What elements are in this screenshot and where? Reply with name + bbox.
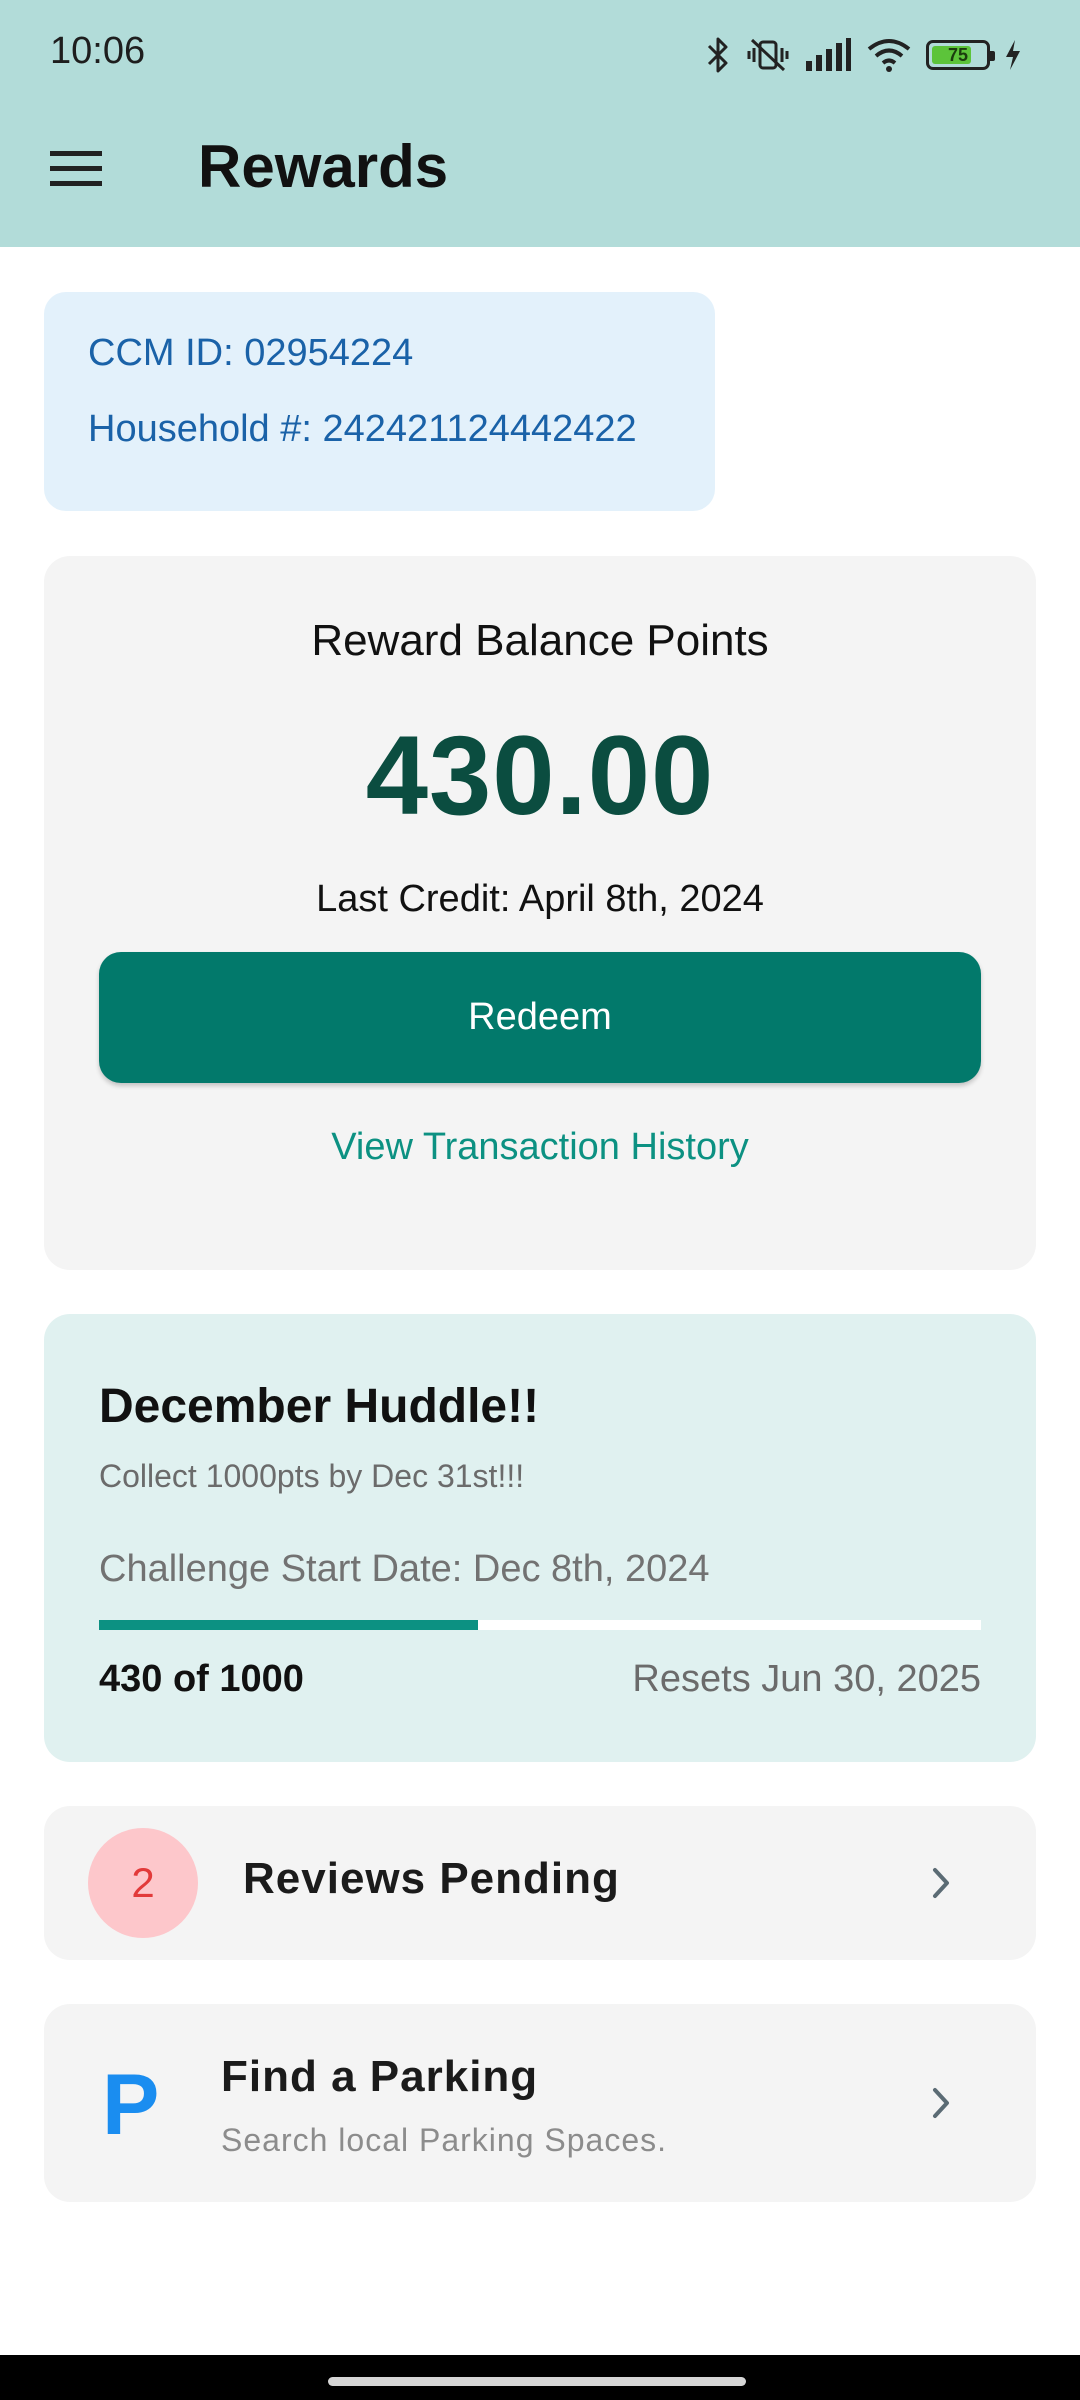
reviews-pending-card[interactable]: 2 Reviews Pending bbox=[44, 1806, 1036, 1960]
chevron-right-icon bbox=[926, 1863, 956, 1903]
view-transaction-history-link[interactable]: View Transaction History bbox=[44, 1126, 1036, 1169]
chevron-right-icon bbox=[926, 2083, 956, 2123]
reviews-count-badge: 2 bbox=[88, 1828, 198, 1938]
app-header: 10:06 75 Rewards bbox=[0, 0, 1080, 247]
page-title: Rewards bbox=[198, 133, 449, 200]
bluetooth-icon bbox=[706, 36, 732, 74]
balance-value: 430.00 bbox=[365, 713, 715, 838]
battery-level: 75 bbox=[947, 44, 969, 65]
find-parking-card[interactable]: P Find a Parking Search local Parking Sp… bbox=[44, 2004, 1036, 2202]
challenge-card[interactable]: December Huddle!! Collect 1000pts by Dec… bbox=[44, 1314, 1036, 1762]
home-gesture-handle[interactable] bbox=[328, 2377, 746, 2386]
ccm-id: CCM ID: 02954224 bbox=[88, 332, 414, 374]
battery-icon: 75 bbox=[926, 40, 995, 70]
household-number: Household #: 242421124442422 bbox=[88, 408, 637, 450]
hamburger-menu-icon bbox=[50, 148, 102, 193]
balance-card: Reward Balance Points 430.00 Last Credit… bbox=[44, 556, 1036, 1270]
signal-icon bbox=[804, 37, 852, 73]
challenge-start-date: Challenge Start Date: Dec 8th, 2024 bbox=[99, 1548, 710, 1590]
challenge-resets-date: Resets Jun 30, 2025 bbox=[632, 1658, 981, 1700]
challenge-title: December Huddle!! bbox=[99, 1380, 540, 1433]
wifi-icon bbox=[866, 37, 912, 73]
system-navigation-bar bbox=[0, 2355, 1080, 2400]
vibrate-off-icon bbox=[746, 36, 790, 74]
last-credit: Last Credit: April 8th, 2024 bbox=[316, 878, 764, 920]
redeem-button[interactable]: Redeem bbox=[99, 952, 981, 1083]
status-time: 10:06 bbox=[50, 30, 146, 72]
menu-button[interactable] bbox=[36, 130, 116, 210]
account-info-card: CCM ID: 02954224 Household #: 2424211244… bbox=[44, 292, 715, 511]
find-parking-title: Find a Parking bbox=[221, 2052, 539, 2101]
status-icons: 75 bbox=[706, 30, 1022, 80]
challenge-progress-fill bbox=[99, 1620, 479, 1630]
balance-heading: Reward Balance Points bbox=[311, 616, 769, 665]
parking-icon: P bbox=[102, 2057, 160, 2153]
challenge-subtitle: Collect 1000pts by Dec 31st!!! bbox=[99, 1458, 525, 1494]
find-parking-subtitle: Search local Parking Spaces. bbox=[221, 2122, 667, 2158]
battery-tip bbox=[990, 51, 995, 61]
reviews-pending-label: Reviews Pending bbox=[243, 1854, 620, 1903]
challenge-progress-bar bbox=[99, 1620, 981, 1630]
charging-bolt-icon bbox=[1004, 39, 1022, 71]
challenge-progress-label: 430 of 1000 bbox=[99, 1658, 304, 1700]
